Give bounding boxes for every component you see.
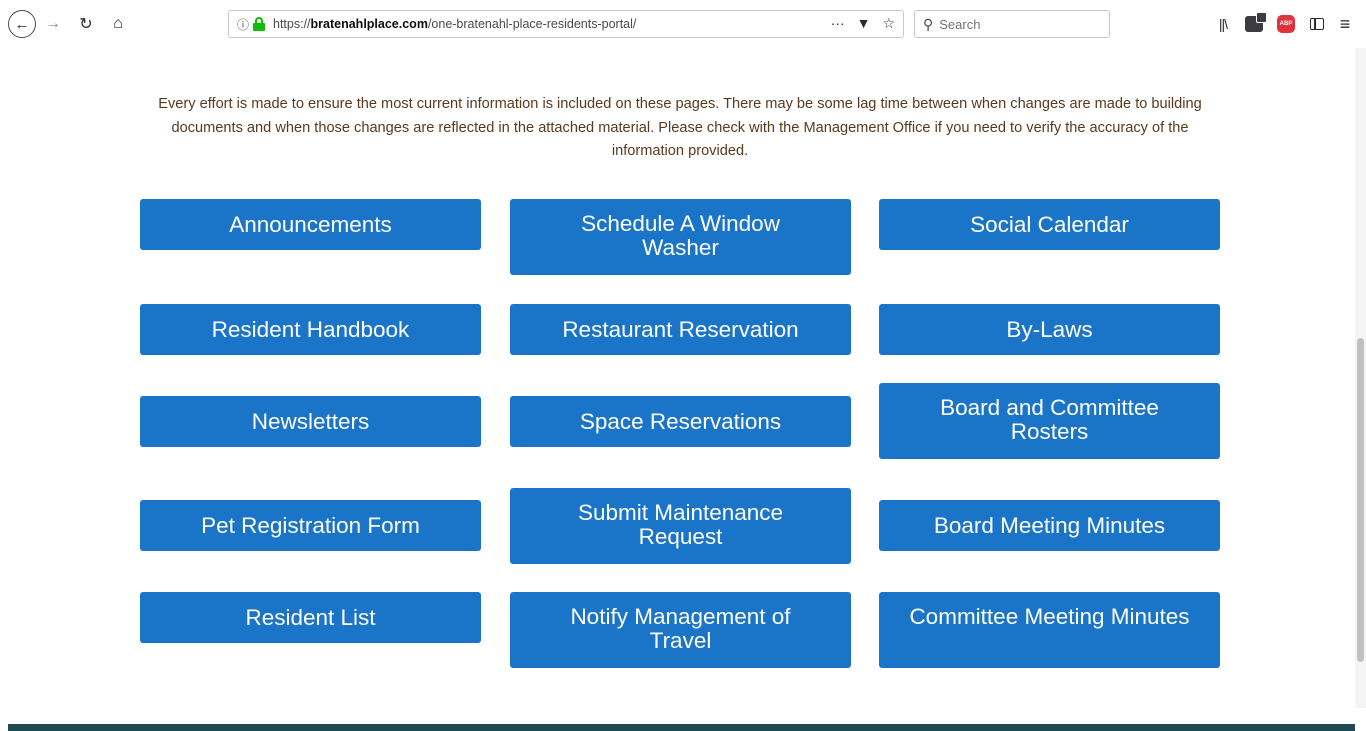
- announcements-button[interactable]: Announcements: [140, 199, 481, 250]
- button-label: Board Meeting Minutes: [933, 512, 1166, 538]
- button-label: Board and Committee Rosters: [940, 395, 1159, 444]
- social-calendar-button[interactable]: Social Calendar: [879, 199, 1220, 250]
- portal-notice: Every effort is made to ensure the most …: [158, 96, 1202, 159]
- hamburger-menu-icon[interactable]: ≡: [1334, 12, 1356, 36]
- button-label: Social Calendar: [970, 211, 1129, 237]
- info-icon[interactable]: ⓘ: [237, 16, 251, 33]
- search-icon: ⚲: [923, 15, 934, 32]
- page-actions: ··· ▼ ☆: [831, 15, 895, 32]
- button-label: Newsletters: [251, 408, 370, 434]
- sidebar-icon[interactable]: [1306, 12, 1328, 36]
- pet-registration-button[interactable]: Pet Registration Form: [140, 500, 481, 551]
- reload-icon[interactable]: ↻: [74, 10, 98, 38]
- button-label: Resident Handbook: [211, 316, 410, 342]
- url-scheme: https://: [273, 17, 311, 31]
- board-minutes-button[interactable]: Board Meeting Minutes: [879, 500, 1220, 551]
- maintenance-request-button[interactable]: Submit Maintenance Request: [510, 488, 851, 564]
- newsletters-button[interactable]: Newsletters: [140, 396, 481, 447]
- url-bar[interactable]: ⓘ https://bratenahlplace.com/one-bratena…: [228, 10, 904, 38]
- resident-handbook-button[interactable]: Resident Handbook: [140, 304, 481, 355]
- button-label: Resident List: [245, 604, 376, 630]
- button-label: Restaurant Reservation: [562, 316, 799, 342]
- star-icon[interactable]: ☆: [882, 15, 895, 32]
- committee-minutes-button[interactable]: Committee Meeting Minutes: [879, 592, 1220, 668]
- lock-icon[interactable]: [253, 17, 265, 31]
- search-placeholder: Search: [939, 16, 981, 32]
- url-path: /one-bratenahl-place-residents-portal/: [427, 17, 637, 31]
- footer-band: [8, 724, 1355, 731]
- more-dots-icon[interactable]: ···: [831, 15, 845, 32]
- board-rosters-button[interactable]: Board and Committee Rosters: [879, 383, 1220, 459]
- by-laws-button[interactable]: By-Laws: [879, 304, 1220, 355]
- vertical-scrollbar[interactable]: [1355, 48, 1366, 708]
- button-label: Notify Management of Travel: [570, 604, 791, 653]
- button-label: Pet Registration Form: [201, 512, 420, 538]
- button-label: Committee Meeting Minutes: [909, 604, 1190, 629]
- browser-toolbar: ← → ↻ ⌂ ⓘ https://bratenahlplace.com/one…: [0, 0, 1366, 48]
- window-washer-button[interactable]: Schedule A Window Washer: [510, 199, 851, 275]
- button-label: Submit Maintenance Request: [577, 500, 784, 549]
- space-reservations-button[interactable]: Space Reservations: [510, 396, 851, 447]
- resident-list-button[interactable]: Resident List: [140, 592, 481, 643]
- button-label: By-Laws: [1006, 316, 1093, 342]
- notify-travel-button[interactable]: Notify Management of Travel: [510, 592, 851, 668]
- url-domain: bratenahlplace.com: [310, 17, 428, 31]
- url-text[interactable]: https://bratenahlplace.com/one-bratenahl…: [273, 17, 636, 31]
- search-input[interactable]: ⚲ Search: [914, 10, 1110, 38]
- adblock-icon[interactable]: ABP: [1274, 12, 1298, 36]
- library-icon[interactable]: ||\: [1212, 12, 1234, 36]
- extension-icon[interactable]: [1242, 12, 1267, 36]
- button-label: Announcements: [229, 211, 392, 237]
- pocket-icon[interactable]: ▼: [857, 15, 871, 32]
- back-arrow-icon[interactable]: ←: [8, 10, 36, 38]
- button-label: Space Reservations: [579, 408, 782, 434]
- scrollbar-thumb[interactable]: [1357, 338, 1364, 662]
- forward-arrow-icon[interactable]: →: [42, 10, 64, 38]
- button-label: Schedule A Window Washer: [581, 211, 780, 260]
- home-icon[interactable]: ⌂: [106, 10, 130, 38]
- restaurant-reservation-button[interactable]: Restaurant Reservation: [510, 304, 851, 355]
